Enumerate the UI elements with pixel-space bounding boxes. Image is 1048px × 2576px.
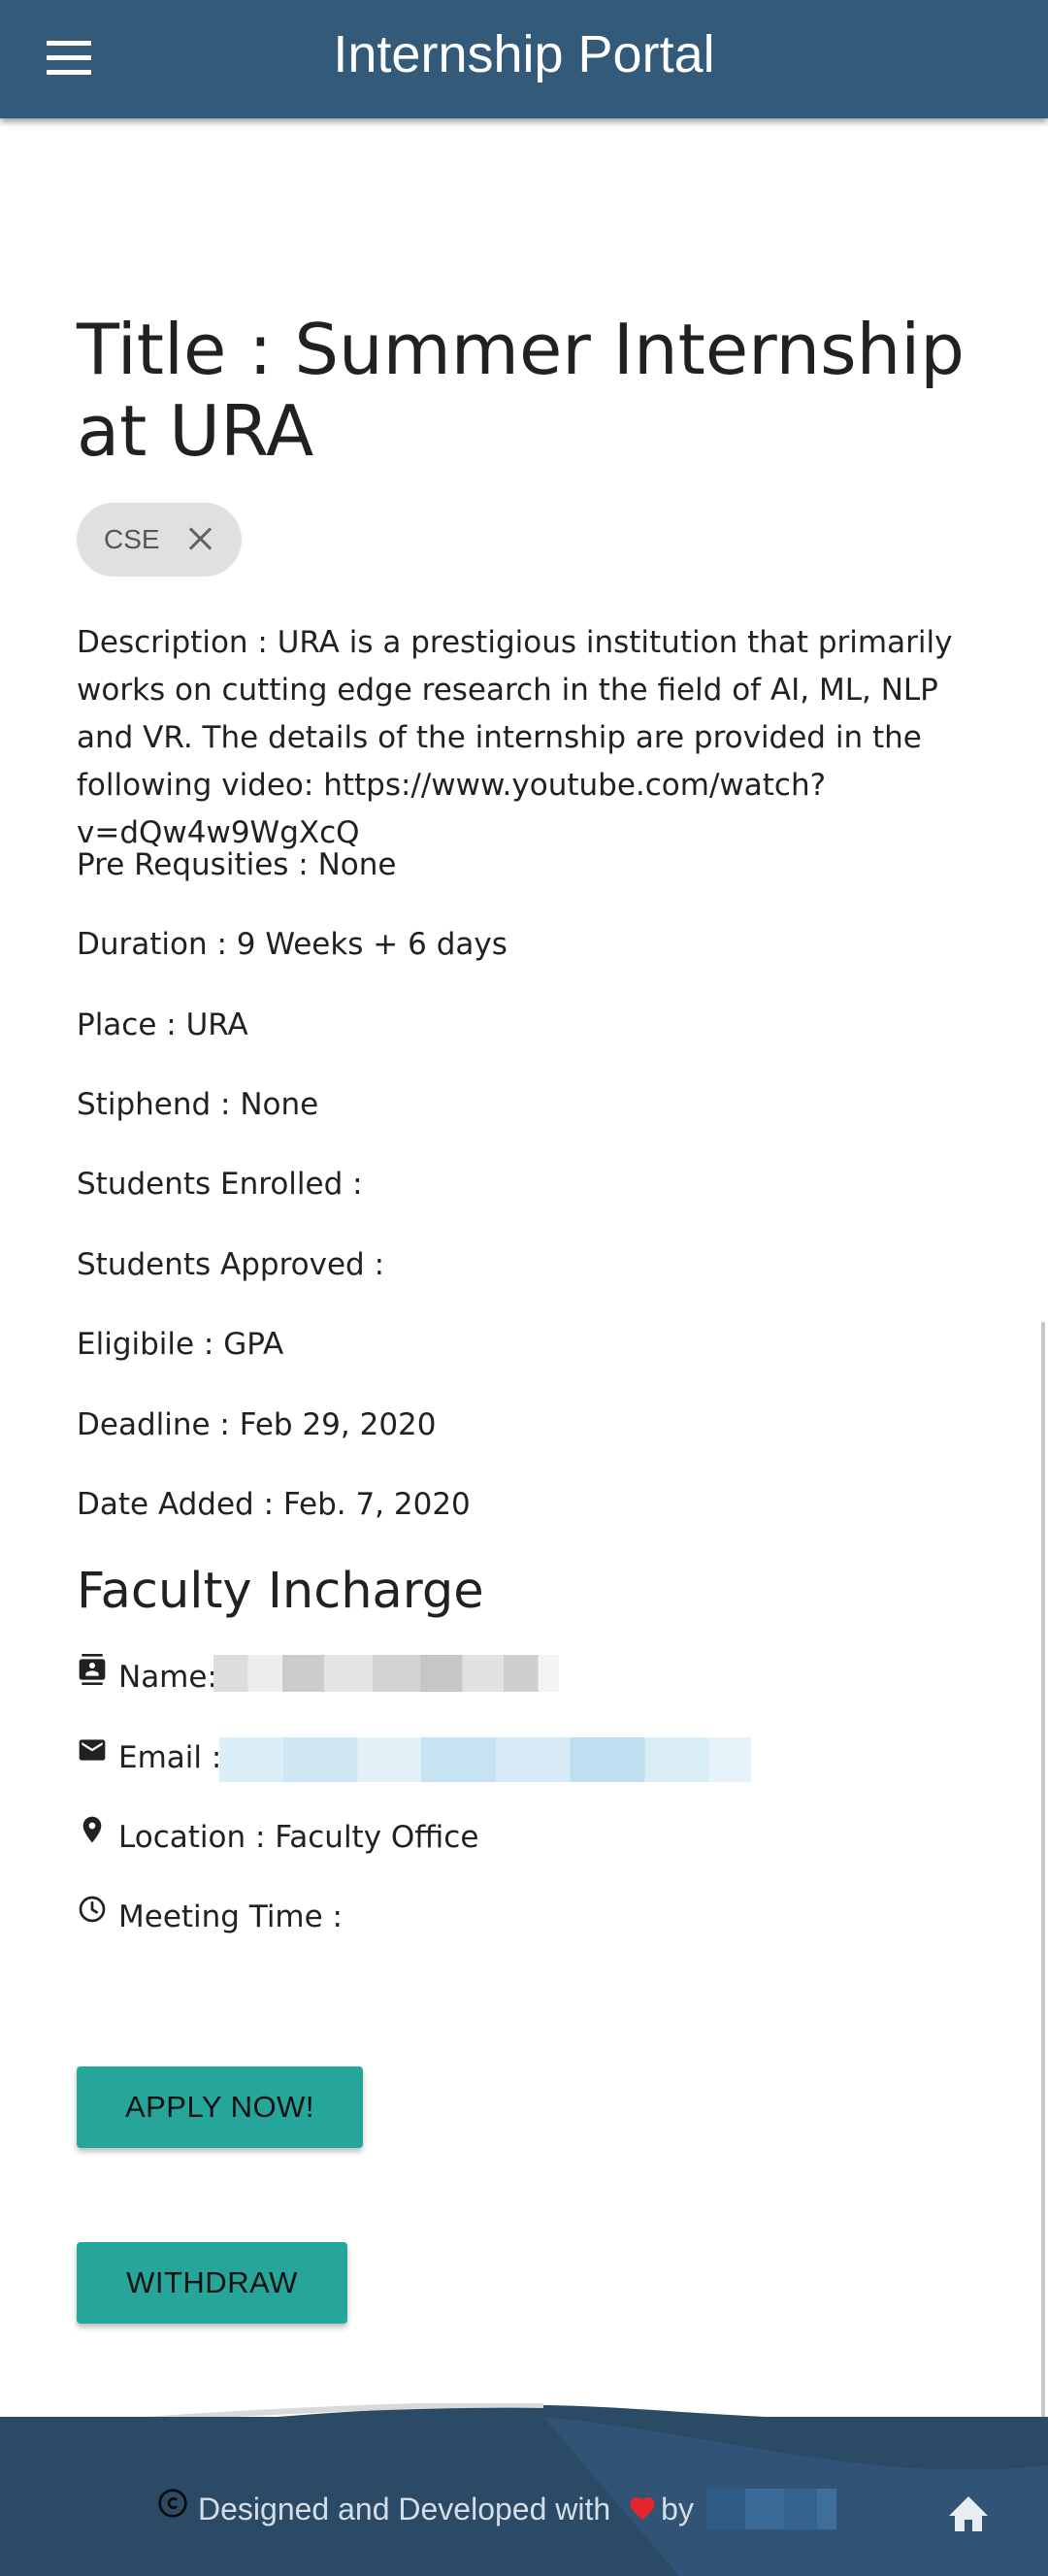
withdraw-button[interactable]: WITHDRAW <box>77 2242 347 2324</box>
duration-text: Duration : 9 Weeks + 6 days <box>77 927 508 962</box>
prerequisites-text: Pre Requsities : None <box>77 847 397 882</box>
date-added-text: Date Added : Feb. 7, 2020 <box>77 1487 471 1522</box>
page-scrollbar[interactable] <box>1041 1322 1045 2424</box>
branch-chip-label: CSE <box>104 524 160 554</box>
faculty-location-text: Location : Faculty Office <box>118 1820 479 1855</box>
contact-card-icon <box>79 1654 106 1685</box>
app-bar: Internship Portal <box>0 0 1048 118</box>
app-title: Internship Portal <box>333 25 715 83</box>
email-icon <box>79 1739 106 1761</box>
faculty-email-link-redacted[interactable] <box>219 1737 751 1782</box>
location-pin-icon <box>82 1816 102 1843</box>
footer-credit-text: Designed and Developed with <box>198 2492 611 2526</box>
students-approved-text: Students Approved : <box>77 1247 385 1282</box>
stipend-text: Stiphend : None <box>77 1087 319 1122</box>
internship-title: Title : Summer Internship at URA <box>77 309 965 472</box>
place-text: Place : URA <box>77 1007 248 1042</box>
faculty-name-label: Name: <box>118 1660 217 1695</box>
author-name-redacted[interactable] <box>706 2489 836 2529</box>
apply-now-button[interactable]: APPLY NOW! <box>77 2066 363 2148</box>
footer-by-text: by <box>661 2492 694 2526</box>
branch-chip: CSE <box>77 503 242 577</box>
close-icon[interactable] <box>181 520 218 557</box>
faculty-email-label: Email : <box>118 1740 222 1775</box>
heart-icon <box>630 2497 655 2520</box>
home-icon[interactable] <box>945 2491 992 2533</box>
faculty-name-value-redacted <box>213 1655 559 1692</box>
eligible-text: Eligibile : GPA <box>77 1327 284 1362</box>
students-enrolled-text: Students Enrolled : <box>77 1167 363 1202</box>
internship-description: Description : URA is a prestigious insti… <box>77 625 953 850</box>
faculty-meeting-time-text: Meeting Time : <box>118 1899 344 1934</box>
deadline-text: Deadline : Feb 29, 2020 <box>77 1407 437 1442</box>
footer-credit: Designed and Developed with by <box>157 2492 694 2527</box>
faculty-heading: Faculty Incharge <box>77 1563 484 1620</box>
clock-icon <box>79 1896 106 1923</box>
